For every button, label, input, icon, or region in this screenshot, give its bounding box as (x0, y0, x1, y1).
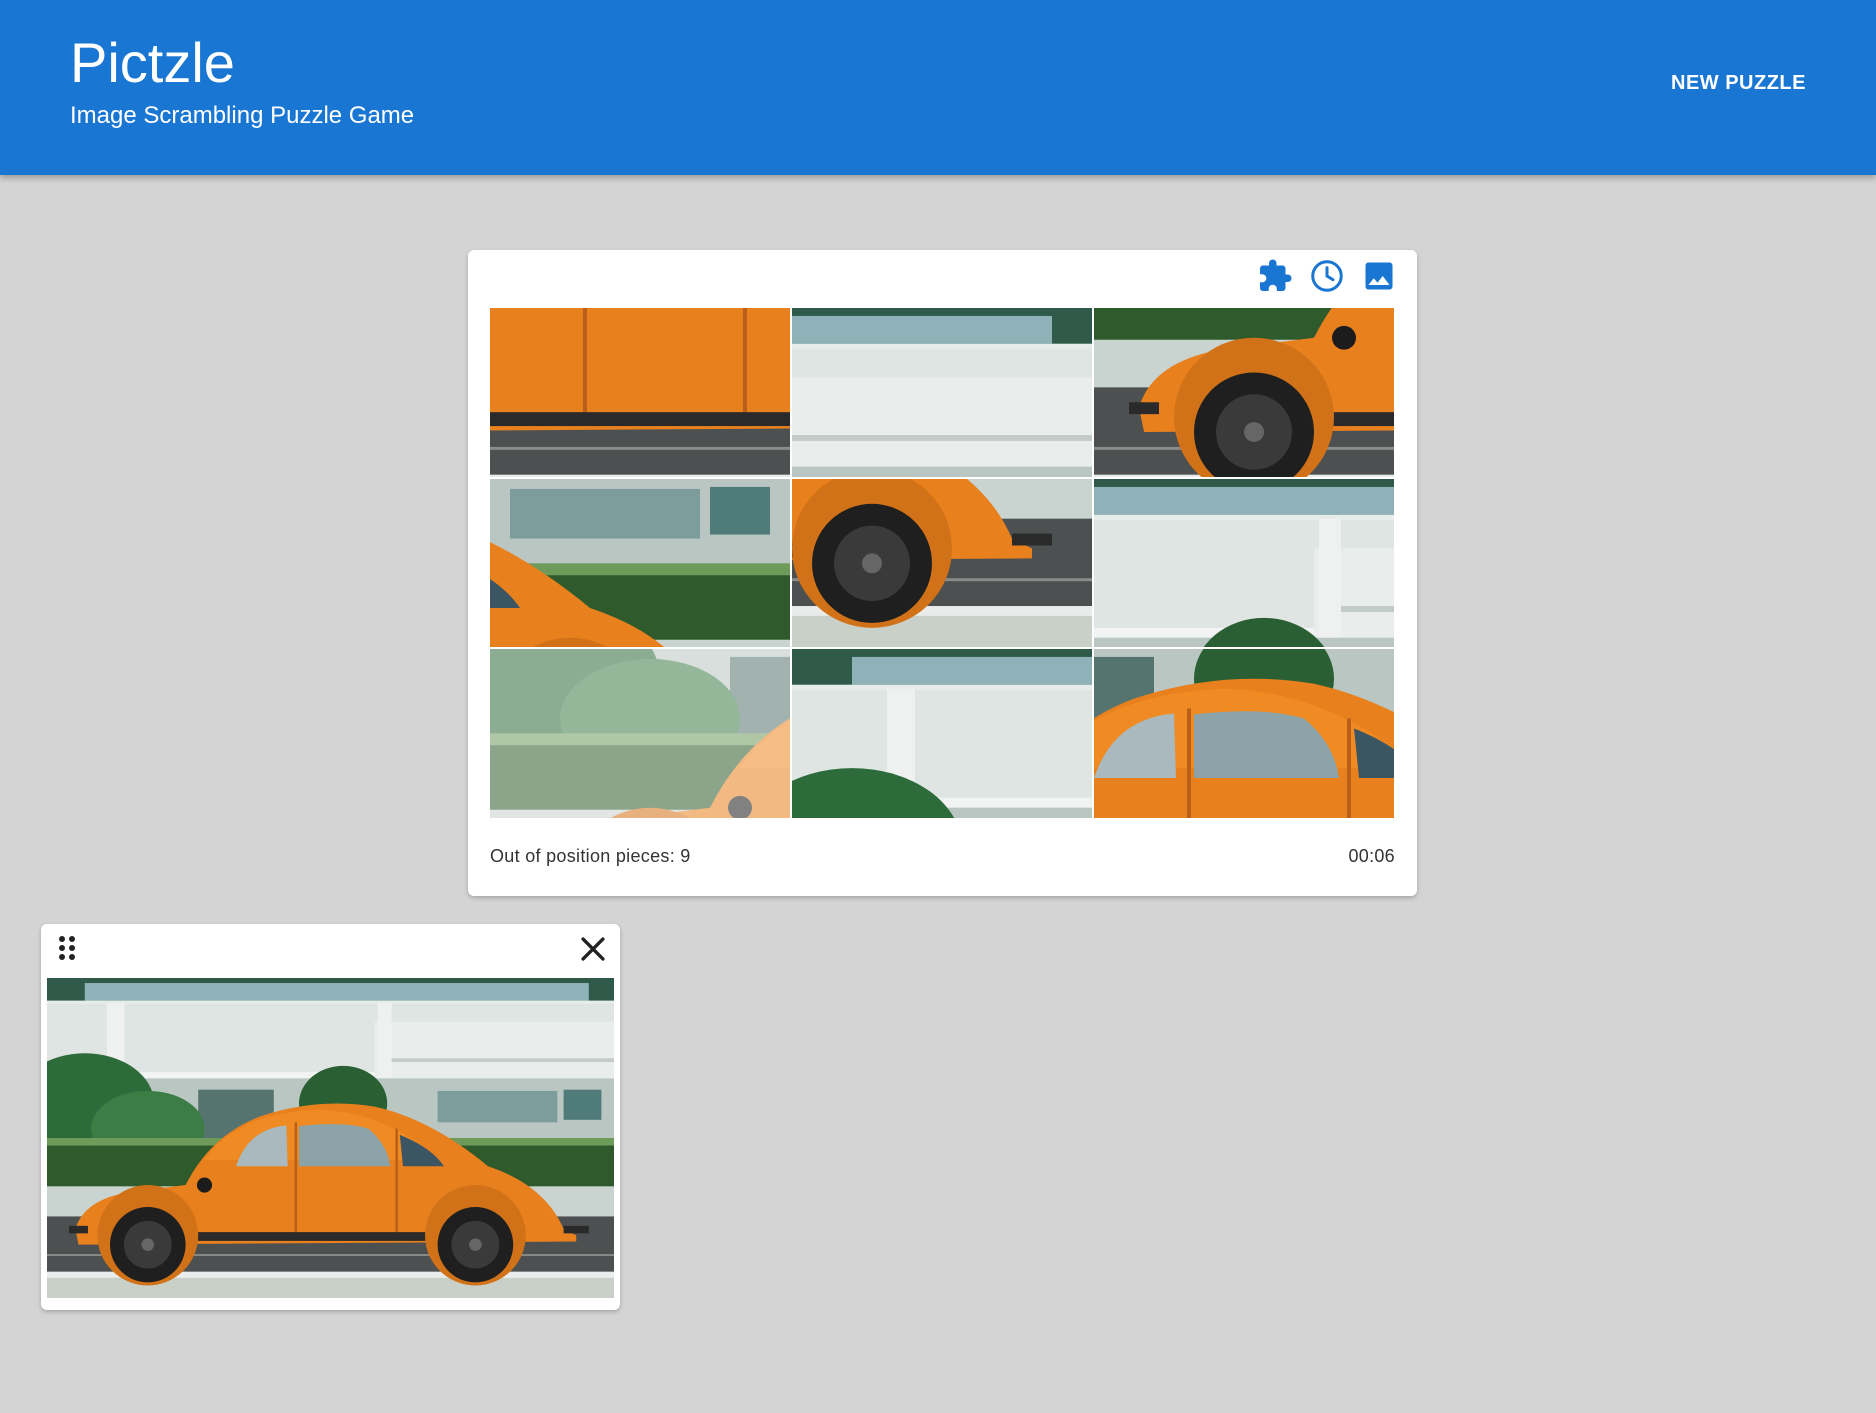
close-icon[interactable] (576, 932, 610, 966)
puzzle-card: Out of position pieces: 9 00:06 (468, 250, 1417, 896)
clock-icon[interactable] (1309, 258, 1345, 294)
puzzle-tile[interactable] (1094, 308, 1394, 477)
puzzle-tile[interactable] (792, 308, 1092, 477)
puzzle-tile[interactable] (490, 308, 790, 477)
puzzle-tile[interactable] (792, 478, 1092, 648)
app-bar: Pictzle Image Scrambling Puzzle Game NEW… (0, 0, 1876, 175)
puzzle-tile[interactable] (1094, 649, 1394, 818)
puzzle-tile[interactable] (1094, 478, 1394, 648)
app-title: Pictzle (70, 31, 235, 94)
new-puzzle-button[interactable]: NEW PUZZLE (1671, 66, 1806, 101)
image-icon[interactable] (1361, 258, 1397, 294)
card-toolbar (1257, 258, 1397, 294)
out-of-position-status: Out of position pieces: 9 (490, 846, 691, 866)
preview-window[interactable] (41, 924, 620, 1310)
puzzle-icon[interactable] (1257, 258, 1293, 294)
puzzle-tile[interactable] (792, 649, 1092, 818)
preview-image (47, 978, 614, 1298)
drag-handle-icon[interactable] (51, 932, 83, 964)
app-subtitle: Image Scrambling Puzzle Game (70, 102, 415, 129)
timer: 00:06 (1348, 846, 1395, 866)
puzzle-tile[interactable] (490, 478, 790, 648)
puzzle-tile-selected[interactable] (490, 649, 790, 818)
puzzle-board (490, 308, 1394, 818)
